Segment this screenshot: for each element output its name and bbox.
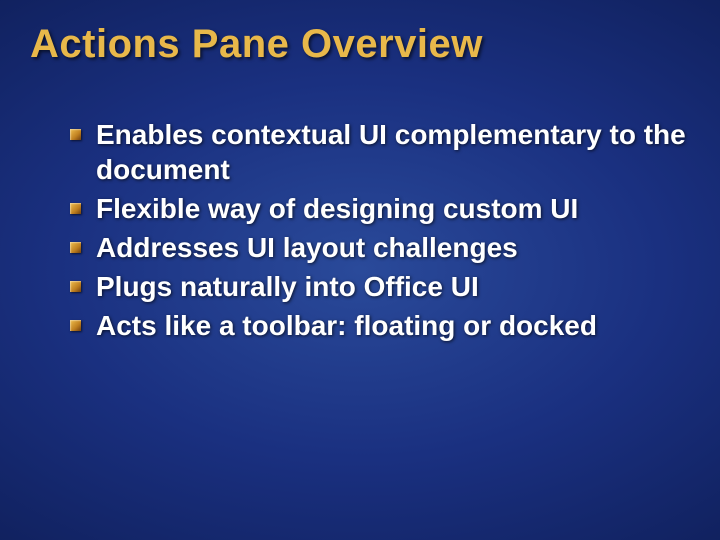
list-item: Flexible way of designing custom UI [70,191,690,226]
bullet-list: Enables contextual UI complementary to t… [30,117,690,343]
slide: Actions Pane Overview Enables contextual… [0,0,720,540]
list-item: Enables contextual UI complementary to t… [70,117,690,187]
list-item: Addresses UI layout challenges [70,230,690,265]
list-item: Plugs naturally into Office UI [70,269,690,304]
slide-title: Actions Pane Overview [30,22,690,67]
list-item: Acts like a toolbar: floating or docked [70,308,690,343]
